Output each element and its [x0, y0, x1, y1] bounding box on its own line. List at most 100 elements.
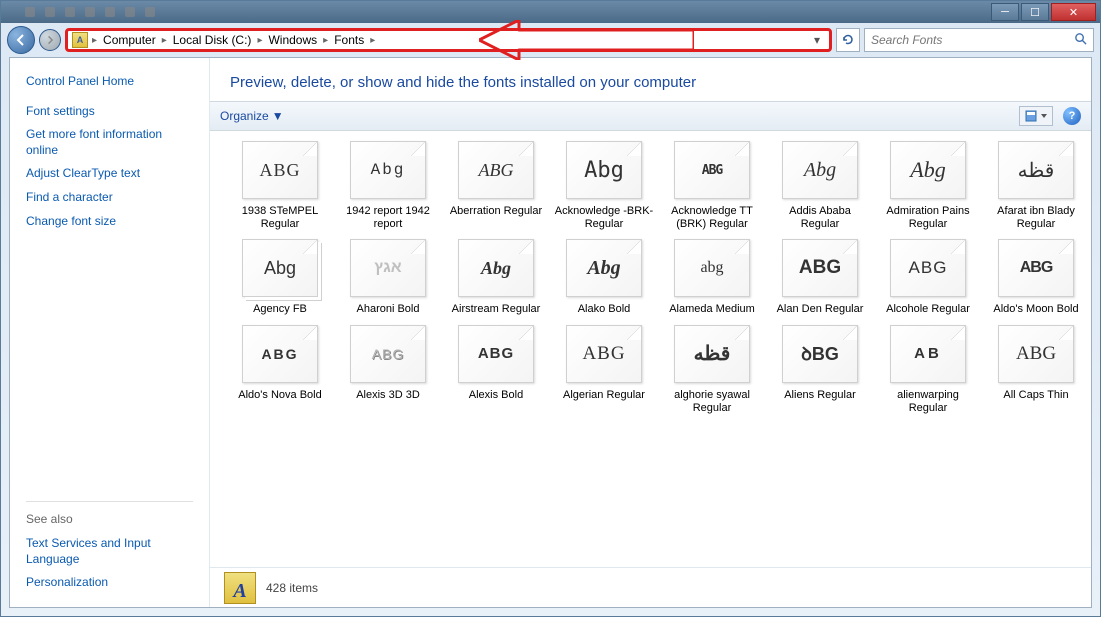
font-item[interactable]: ABGAlgerian Regular — [554, 325, 654, 415]
chevron-right-icon: ▸ — [92, 35, 97, 46]
sidebar: Control Panel Home Font settings Get mor… — [10, 58, 210, 607]
view-options-button[interactable] — [1019, 106, 1053, 126]
font-item[interactable]: ABG Aldo's Nova Bold — [230, 325, 330, 415]
font-item[interactable]: ABGAcknowledge TT (BRK) Regular — [662, 141, 762, 231]
sidebar-link-font-size[interactable]: Change font size — [26, 210, 193, 234]
font-preview-icon: قظه — [674, 325, 750, 383]
breadcrumb-fonts[interactable]: Fonts — [330, 31, 368, 49]
font-preview-icon: אגץ — [350, 239, 426, 297]
font-preview-icon: abg — [674, 239, 750, 297]
sidebar-link-text-services[interactable]: Text Services and Input Language — [26, 532, 193, 571]
sidebar-link-cleartype[interactable]: Adjust ClearType text — [26, 162, 193, 186]
font-item[interactable]: AbgAgency FB — [230, 239, 330, 316]
breadcrumb-computer[interactable]: Computer — [99, 31, 160, 49]
toolbar: Organize ▼ ? — [210, 101, 1091, 131]
font-label: Acknowledge -BRK- Regular — [554, 205, 654, 231]
titlebar-tabs — [5, 7, 989, 17]
search-input[interactable] — [871, 33, 1074, 47]
font-item[interactable]: ABG Alcohole Regular — [878, 239, 978, 316]
font-item[interactable]: ABGAldo's Moon Bold — [986, 239, 1086, 316]
font-item[interactable]: قظهalghorie syawal Regular — [662, 325, 762, 415]
search-box[interactable] — [864, 28, 1094, 52]
refresh-button[interactable] — [836, 28, 860, 52]
breadcrumb-windows[interactable]: Windows — [264, 31, 321, 49]
status-count: 428 items — [266, 581, 318, 595]
font-item[interactable]: ABG Alexis Bold — [446, 325, 546, 415]
nav-back-button[interactable] — [7, 26, 35, 54]
font-preview-icon: ABG — [458, 141, 534, 199]
control-panel-home-link[interactable]: Control Panel Home — [26, 70, 193, 94]
font-label: Alexis 3D 3D — [338, 389, 438, 402]
font-label: Alan Den Regular — [770, 303, 870, 316]
font-item[interactable]: abg Alameda Medium — [662, 239, 762, 316]
font-item[interactable]: Abg Airstream Regular — [446, 239, 546, 316]
font-item[interactable]: AbgAlako Bold — [554, 239, 654, 316]
chevron-right-icon: ▸ — [257, 35, 262, 46]
font-grid-scroll[interactable]: ABG1938 STeMPEL RegularAbg1942 report 19… — [210, 131, 1091, 567]
font-item[interactable]: Abg 1942 report 1942 report — [338, 141, 438, 231]
refresh-icon — [841, 33, 855, 47]
chevron-right-icon: ▸ — [162, 35, 167, 46]
help-button[interactable]: ? — [1063, 107, 1081, 125]
font-item[interactable]: ABG Alan Den Regular — [770, 239, 870, 316]
font-item[interactable]: ꝺBGAliens Regular — [770, 325, 870, 415]
sidebar-link-personalization[interactable]: Personalization — [26, 571, 193, 595]
breadcrumb-disk[interactable]: Local Disk (C:) — [169, 31, 256, 49]
see-also-label: See also — [26, 501, 193, 526]
font-preview-icon: ABG — [458, 325, 534, 383]
font-preview-icon: قظه — [998, 141, 1074, 199]
page-title: Preview, delete, or show and hide the fo… — [230, 74, 1071, 91]
nav-forward-button[interactable] — [39, 29, 61, 51]
sidebar-link-more-info[interactable]: Get more font information online — [26, 123, 193, 162]
maximize-button[interactable]: ☐ — [1021, 3, 1049, 21]
font-label: Admiration Pains Regular — [878, 205, 978, 231]
chevron-down-icon: ▼ — [272, 109, 284, 123]
font-label: 1942 report 1942 report — [338, 205, 438, 231]
sidebar-link-font-settings[interactable]: Font settings — [26, 100, 193, 124]
font-label: Aldo's Nova Bold — [230, 389, 330, 402]
font-preview-icon: ABG — [998, 239, 1074, 297]
fonts-folder-icon: A — [72, 32, 88, 48]
font-preview-icon: ABG — [782, 239, 858, 297]
font-grid: ABG1938 STeMPEL RegularAbg1942 report 19… — [230, 141, 1071, 415]
font-preview-icon: AB — [890, 325, 966, 383]
search-icon — [1074, 32, 1087, 48]
font-label: alienwarping Regular — [878, 389, 978, 415]
close-button[interactable]: ✕ — [1051, 3, 1096, 21]
view-icon — [1025, 110, 1047, 122]
font-item[interactable]: قظهAfarat ibn Blady Regular — [986, 141, 1086, 231]
titlebar: ─ ☐ ✕ — [1, 1, 1100, 23]
font-label: Airstream Regular — [446, 303, 546, 316]
font-item[interactable]: ABGAberration Regular — [446, 141, 546, 231]
sidebar-link-find-character[interactable]: Find a character — [26, 186, 193, 210]
font-item[interactable]: AbgAddis Ababa Regular — [770, 141, 870, 231]
font-item[interactable]: ABG1938 STeMPEL Regular — [230, 141, 330, 231]
arrow-left-icon — [14, 33, 28, 47]
font-preview-icon: Abg — [890, 141, 966, 199]
font-label: Aharoni Bold — [338, 303, 438, 316]
font-preview-icon: ABG — [566, 325, 642, 383]
font-preview-icon: Abg — [458, 239, 534, 297]
font-item[interactable]: Abg Admiration Pains Regular — [878, 141, 978, 231]
font-label: All Caps Thin — [986, 389, 1086, 402]
font-label: 1938 STeMPEL Regular — [230, 205, 330, 231]
font-label: Alameda Medium — [662, 303, 762, 316]
font-item[interactable]: אגץ Aharoni Bold — [338, 239, 438, 316]
font-preview-icon: ABG — [890, 239, 966, 297]
address-bar[interactable]: A ▸ Computer ▸ Local Disk (C:) ▸ Windows… — [65, 28, 832, 52]
content-area: Control Panel Home Font settings Get mor… — [9, 57, 1092, 608]
organize-button[interactable]: Organize ▼ — [220, 109, 284, 123]
address-dropdown[interactable]: ▾ — [809, 33, 825, 47]
minimize-button[interactable]: ─ — [991, 3, 1019, 21]
font-label: Alexis Bold — [446, 389, 546, 402]
font-item[interactable]: AbgAcknowledge -BRK- Regular — [554, 141, 654, 231]
font-preview-icon: ABG — [242, 325, 318, 383]
font-label: Alcohole Regular — [878, 303, 978, 316]
font-label: Alako Bold — [554, 303, 654, 316]
font-item[interactable]: AB alienwarping Regular — [878, 325, 978, 415]
font-item[interactable]: ABGAlexis 3D 3D — [338, 325, 438, 415]
font-item[interactable]: ABGAll Caps Thin — [986, 325, 1086, 415]
font-preview-icon: Abg — [350, 141, 426, 199]
arrow-right-icon — [45, 35, 55, 45]
font-preview-icon: ꝺBG — [782, 325, 858, 383]
